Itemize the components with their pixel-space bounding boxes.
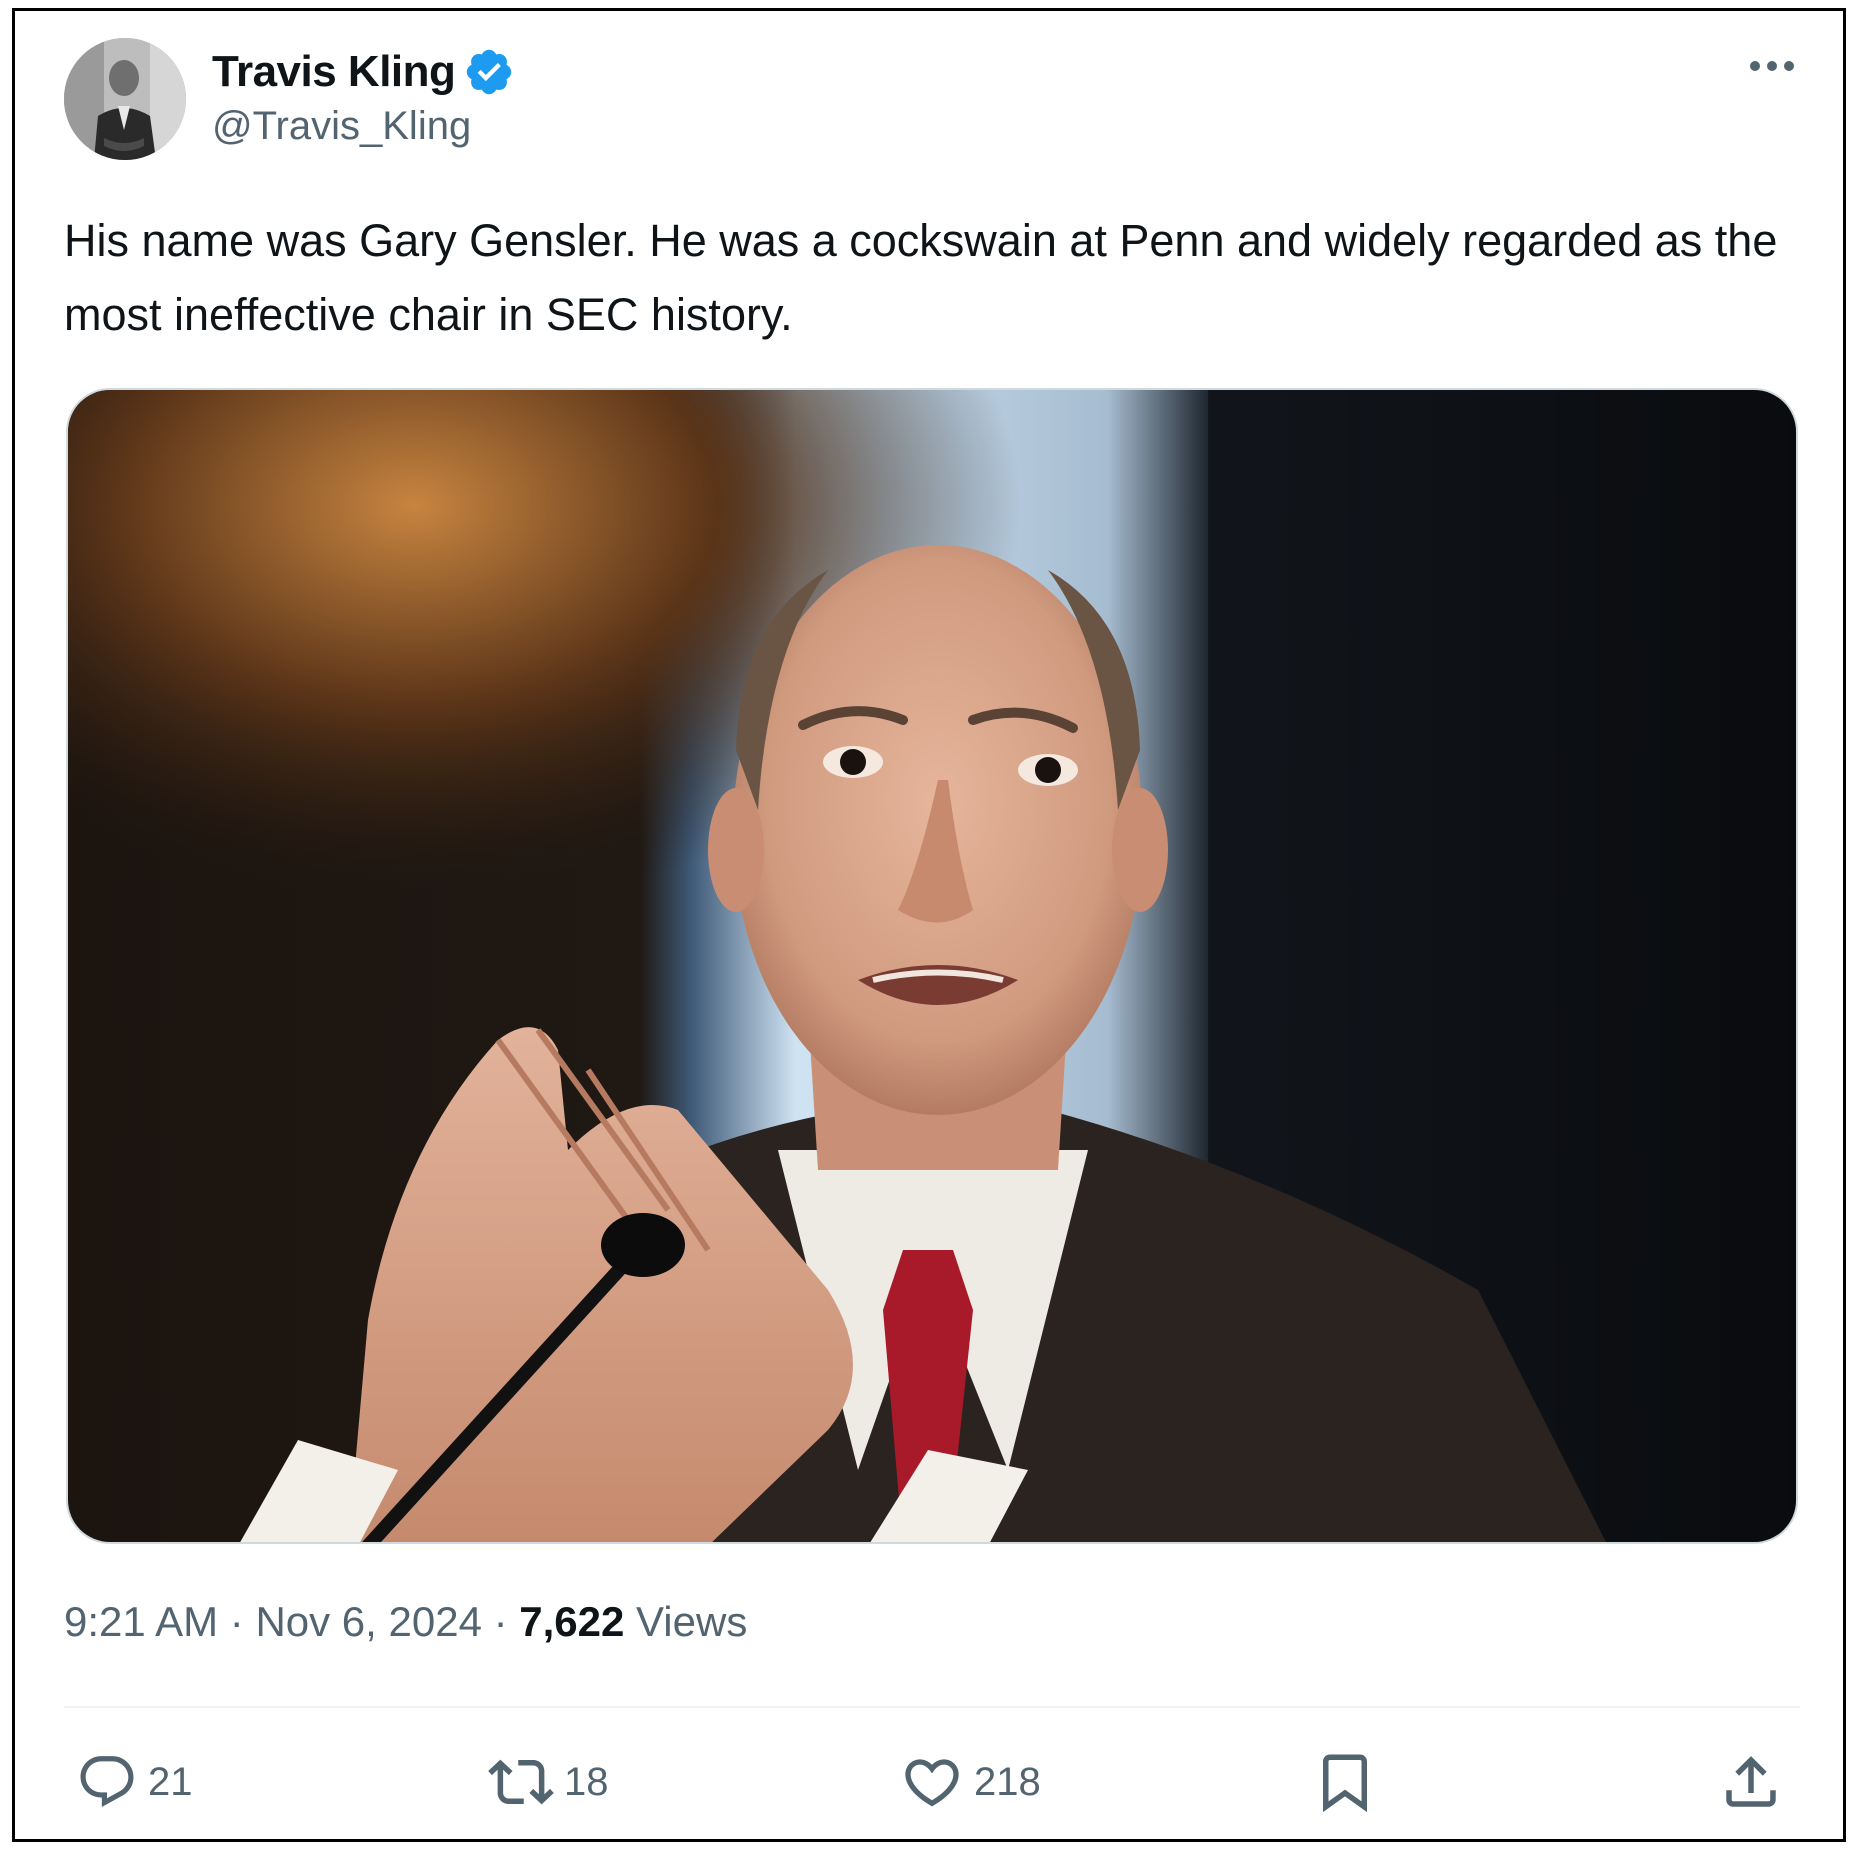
- tweet-date[interactable]: Nov 6, 2024: [255, 1598, 482, 1645]
- meta-separator: ·: [218, 1598, 256, 1645]
- share-icon: [1718, 1749, 1784, 1815]
- meta-separator: ·: [481, 1598, 520, 1645]
- like-button[interactable]: 218: [900, 1746, 1041, 1818]
- author-name-row[interactable]: Travis Kling: [212, 44, 515, 100]
- views-count: 7,622: [519, 1598, 625, 1645]
- reply-count: 21: [148, 1759, 193, 1804]
- verified-badge-icon: [463, 46, 515, 98]
- more-options-button[interactable]: [1740, 48, 1804, 88]
- avatar[interactable]: [64, 38, 186, 160]
- bookmark-icon: [1312, 1749, 1378, 1815]
- repost-button[interactable]: 18: [488, 1746, 609, 1818]
- more-dots-icon: [1747, 59, 1797, 78]
- repost-icon: [488, 1749, 554, 1815]
- repost-count: 18: [564, 1759, 609, 1804]
- author-display-name[interactable]: Travis Kling: [212, 47, 456, 97]
- like-count: 218: [974, 1759, 1041, 1804]
- tweet-text: His name was Gary Gensler. He was a cock…: [64, 215, 1778, 340]
- views-label: Views: [636, 1598, 748, 1645]
- share-button[interactable]: [1718, 1746, 1784, 1818]
- tweet-time[interactable]: 9:21 AM: [64, 1598, 218, 1645]
- reply-icon: [76, 1751, 138, 1813]
- tweet-meta: 9:21 AM · Nov 6, 2024 · 7,622 Views: [64, 1598, 747, 1646]
- bookmark-button[interactable]: [1312, 1746, 1378, 1818]
- tweet-photo[interactable]: [66, 388, 1798, 1544]
- divider: [64, 1706, 1800, 1708]
- heart-icon: [900, 1750, 964, 1814]
- reply-button[interactable]: 21: [76, 1746, 193, 1818]
- author-handle[interactable]: @Travis_Kling: [212, 104, 471, 149]
